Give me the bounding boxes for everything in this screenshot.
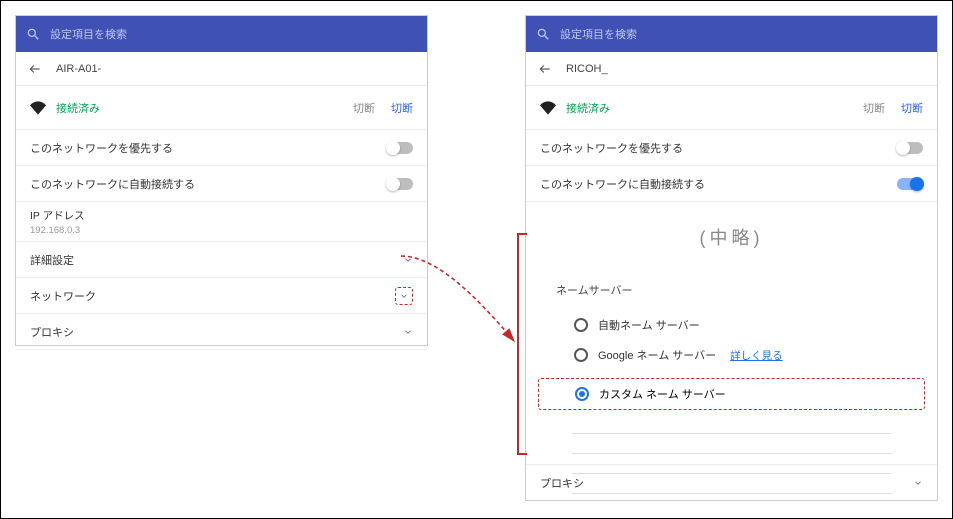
nameserver-option-custom[interactable]: カスタム ネーム サーバー	[539, 379, 924, 409]
connection-status-row: 接続済み 切断 切断	[16, 86, 427, 130]
ip-address-label: IP アドレス	[30, 208, 413, 223]
search-placeholder: 設定項目を検索	[50, 26, 127, 42]
nameserver-option-label: カスタム ネーム サーバー	[599, 386, 726, 402]
radio-icon[interactable]	[574, 348, 588, 362]
ip-address-value: 192.168.0.3	[30, 225, 413, 236]
breadcrumb[interactable]: AIR-A01-	[16, 52, 427, 86]
disconnect-button[interactable]: 切断	[391, 100, 413, 116]
nameserver-option-label: Google ネーム サーバー	[598, 347, 716, 363]
annotation-arrow	[396, 246, 526, 356]
chevron-down-icon	[913, 478, 923, 488]
network-row[interactable]: ネットワーク	[16, 278, 427, 314]
disconnect-label-dim: 切断	[863, 100, 885, 116]
search-icon	[536, 27, 550, 41]
ip-address-row: IP アドレス 192.168.0.3	[16, 202, 427, 242]
search-bar[interactable]: 設定項目を検索	[526, 16, 937, 52]
auto-connect-row[interactable]: このネットワークに自動接続する	[526, 166, 937, 202]
prefer-network-label: このネットワークを優先する	[540, 140, 897, 156]
proxy-label: プロキシ	[540, 475, 913, 491]
back-icon[interactable]	[28, 62, 42, 76]
network-label: ネットワーク	[30, 288, 395, 304]
back-icon[interactable]	[538, 62, 552, 76]
learn-more-link[interactable]: 詳しく見る	[730, 348, 783, 363]
auto-connect-toggle[interactable]	[387, 178, 413, 190]
nameserver-option-label: 自動ネーム サーバー	[598, 317, 700, 333]
status-connected: 接続済み	[56, 100, 353, 116]
auto-connect-label: このネットワークに自動接続する	[30, 176, 387, 192]
advanced-settings-label: 詳細設定	[30, 252, 403, 268]
search-placeholder: 設定項目を検索	[560, 26, 637, 42]
nameserver-option-auto[interactable]: 自動ネーム サーバー	[556, 310, 907, 340]
settings-panel-right: 設定項目を検索 RICOH_ 接続済み 切断 切断 このネットワークを優先する …	[525, 15, 938, 501]
prefer-network-row[interactable]: このネットワークを優先する	[16, 130, 427, 166]
nameserver-option-custom-highlight: カスタム ネーム サーバー	[538, 378, 925, 410]
wifi-icon	[540, 101, 556, 115]
radio-icon[interactable]	[574, 318, 588, 332]
auto-connect-row[interactable]: このネットワークに自動接続する	[16, 166, 427, 202]
breadcrumb[interactable]: RICOH_	[526, 52, 937, 86]
nameserver-section: ネームサーバー 自動ネーム サーバー Google ネーム サーバー 詳しく見る	[526, 272, 937, 378]
disconnect-label-dim: 切断	[353, 100, 375, 116]
proxy-row[interactable]: プロキシ	[526, 464, 937, 500]
status-connected: 接続済み	[566, 100, 863, 116]
nameserver-title: ネームサーバー	[556, 282, 907, 298]
proxy-row[interactable]: プロキシ	[16, 314, 427, 350]
search-icon	[26, 27, 40, 41]
disconnect-button[interactable]: 切断	[901, 100, 923, 116]
prefer-network-label: このネットワークを優先する	[30, 140, 387, 156]
proxy-label: プロキシ	[30, 324, 403, 340]
breadcrumb-title: RICOH_	[566, 63, 608, 75]
nameserver-input[interactable]	[572, 434, 891, 454]
connection-status-row: 接続済み 切断 切断	[526, 86, 937, 130]
omitted-marker: (中略)	[526, 202, 937, 272]
advanced-settings-row[interactable]: 詳細設定	[16, 242, 427, 278]
breadcrumb-title: AIR-A01-	[56, 63, 101, 75]
nameserver-input[interactable]	[572, 414, 891, 434]
radio-icon-selected[interactable]	[575, 387, 589, 401]
prefer-network-toggle[interactable]	[387, 142, 413, 154]
auto-connect-toggle[interactable]	[897, 178, 923, 190]
prefer-network-toggle[interactable]	[897, 142, 923, 154]
wifi-icon	[30, 101, 46, 115]
search-bar[interactable]: 設定項目を検索	[16, 16, 427, 52]
nameserver-option-google[interactable]: Google ネーム サーバー 詳しく見る	[556, 340, 907, 370]
auto-connect-label: このネットワークに自動接続する	[540, 176, 897, 192]
prefer-network-row[interactable]: このネットワークを優先する	[526, 130, 937, 166]
settings-panel-left: 設定項目を検索 AIR-A01- 接続済み 切断 切断 このネットワークを優先す…	[15, 15, 428, 346]
